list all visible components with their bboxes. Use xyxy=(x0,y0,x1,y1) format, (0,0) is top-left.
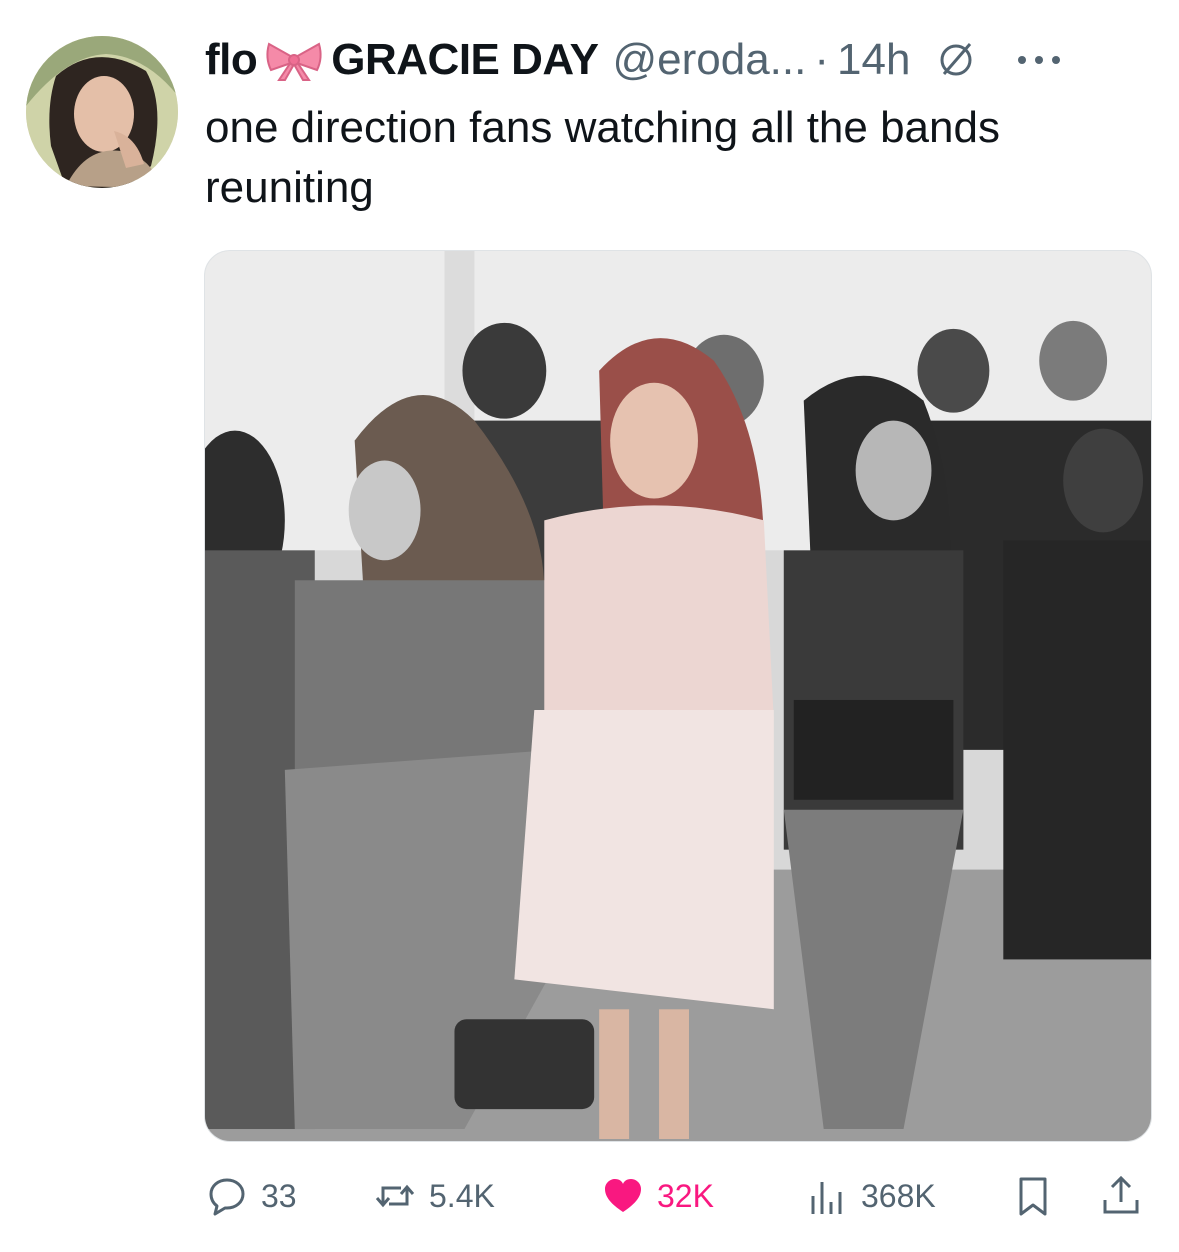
views-bar-icon xyxy=(805,1174,849,1218)
no-sign-icon xyxy=(936,40,976,80)
separator-dot: · xyxy=(814,35,830,84)
tweet-header: flo GRACIE DAY @eroda... · 14h xyxy=(205,34,1062,86)
timestamp[interactable]: 14h xyxy=(837,34,910,86)
display-name-suffix[interactable]: GRACIE DAY xyxy=(331,34,599,86)
action-bar: 33 5.4K 32K 368K xyxy=(205,1168,1151,1224)
display-name[interactable]: flo xyxy=(205,34,258,86)
bookmark-icon xyxy=(1011,1174,1055,1218)
reply-button[interactable]: 33 xyxy=(205,1174,297,1218)
user-handle[interactable]: @eroda... xyxy=(612,34,806,86)
photo-front-row xyxy=(205,251,1151,1141)
like-count: 32K xyxy=(657,1177,714,1214)
retweet-button[interactable]: 5.4K xyxy=(373,1174,495,1218)
avatar-photo xyxy=(26,36,178,188)
heart-icon xyxy=(601,1174,645,1218)
share-icon xyxy=(1099,1174,1143,1218)
bookmark-button[interactable] xyxy=(1011,1174,1055,1218)
tweet-text: one direction fans watching all the band… xyxy=(205,103,1000,212)
retweet-icon xyxy=(373,1174,417,1218)
more-dots-icon[interactable] xyxy=(1016,53,1062,67)
share-button[interactable] xyxy=(1099,1174,1143,1218)
reply-icon xyxy=(205,1174,249,1218)
bow-icon xyxy=(263,38,325,82)
reply-count: 33 xyxy=(261,1177,297,1214)
tweet-image[interactable] xyxy=(204,250,1152,1142)
retweet-count: 5.4K xyxy=(429,1177,495,1214)
views-button[interactable]: 368K xyxy=(805,1174,936,1218)
like-button[interactable]: 32K xyxy=(601,1174,714,1218)
avatar[interactable] xyxy=(26,36,178,188)
views-count: 368K xyxy=(861,1177,936,1214)
